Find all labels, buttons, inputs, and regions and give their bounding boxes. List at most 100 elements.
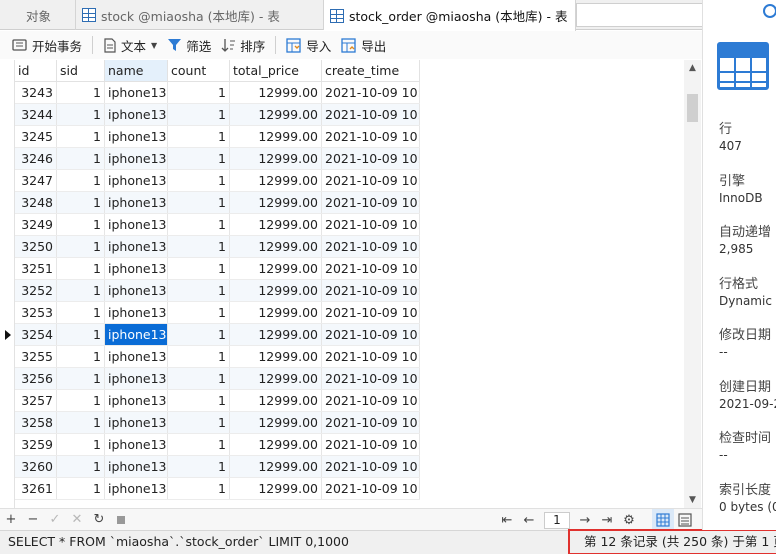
cell-total-price[interactable]: 12999.00 — [230, 82, 322, 103]
cell-count[interactable]: 1 — [168, 258, 230, 279]
cell-id[interactable]: 3260 — [15, 456, 57, 477]
cell-create-time[interactable]: 2021-10-09 10:3 — [322, 236, 420, 257]
cell-id[interactable]: 3249 — [15, 214, 57, 235]
cell-total-price[interactable]: 12999.00 — [230, 236, 322, 257]
cell-sid[interactable]: 1 — [57, 346, 105, 367]
cell-name[interactable]: iphone13 I — [105, 192, 168, 213]
cell-id[interactable]: 3251 — [15, 258, 57, 279]
cell-count[interactable]: 1 — [168, 104, 230, 125]
table-row[interactable]: 3246 1 iphone13 I 1 12999.00 2021-10-09 10:3 — [15, 148, 420, 170]
next-page-icon[interactable]: → — [574, 509, 596, 531]
table-row[interactable]: 3258 1 iphone13 I 1 12999.00 2021-10-09 10:3 — [15, 412, 420, 434]
tab-search-input[interactable] — [576, 3, 704, 27]
cell-id[interactable]: 3245 — [15, 126, 57, 147]
cell-create-time[interactable]: 2021-10-09 10:3 — [322, 434, 420, 455]
form-view-icon[interactable] — [674, 509, 696, 531]
tab-stock-table[interactable]: stock @miaosha (本地库) - 表 — [76, 0, 324, 30]
stop-icon[interactable] — [110, 509, 132, 531]
cell-create-time[interactable]: 2021-10-09 10:3 — [322, 368, 420, 389]
cell-sid[interactable]: 1 — [57, 280, 105, 301]
cell-sid[interactable]: 1 — [57, 368, 105, 389]
cell-id[interactable]: 3259 — [15, 434, 57, 455]
cell-total-price[interactable]: 12999.00 — [230, 346, 322, 367]
cell-sid[interactable]: 1 — [57, 214, 105, 235]
cell-name[interactable]: iphone13 I — [105, 126, 168, 147]
cell-create-time[interactable]: 2021-10-09 10:3 — [322, 456, 420, 477]
table-row[interactable]: 3245 1 iphone13 I 1 12999.00 2021-10-09 10:3 — [15, 126, 420, 148]
cell-sid[interactable]: 1 — [57, 192, 105, 213]
filter-button[interactable]: 筛选 — [163, 33, 215, 57]
column-header-total-price[interactable]: total_price — [230, 60, 322, 82]
cell-create-time[interactable]: 2021-10-09 10:3 — [322, 346, 420, 367]
gear-icon[interactable]: ⚙ — [618, 509, 640, 531]
cell-total-price[interactable]: 12999.00 — [230, 412, 322, 433]
cell-name[interactable]: iphone13 I — [105, 346, 168, 367]
cell-total-price[interactable]: 12999.00 — [230, 324, 322, 345]
cell-id[interactable]: 3243 — [15, 82, 57, 103]
cell-name[interactable]: iphone13 I — [105, 82, 168, 103]
cell-id[interactable]: 3261 — [15, 478, 57, 499]
cell-count[interactable]: 1 — [168, 170, 230, 191]
cell-count[interactable]: 1 — [168, 192, 230, 213]
tab-objects[interactable]: 对象 — [0, 0, 76, 30]
cell-create-time[interactable]: 2021-10-09 10:3 — [322, 324, 420, 345]
table-row[interactable]: 3249 1 iphone13 I 1 12999.00 2021-10-09 10:3 — [15, 214, 420, 236]
refresh-icon[interactable]: ↻ — [88, 509, 110, 531]
column-header-sid[interactable]: sid — [57, 60, 105, 82]
table-row[interactable]: 3255 1 iphone13 I 1 12999.00 2021-10-09 10:3 — [15, 346, 420, 368]
column-header-id[interactable]: id — [15, 60, 57, 82]
table-row[interactable]: 3252 1 iphone13 I 1 12999.00 2021-10-09 10:3 — [15, 280, 420, 302]
column-header-create-time[interactable]: create_time — [322, 60, 420, 82]
delete-record-icon[interactable]: − — [22, 509, 44, 531]
cell-id[interactable]: 3250 — [15, 236, 57, 257]
previous-page-icon[interactable]: ← — [518, 509, 540, 531]
cell-create-time[interactable]: 2021-10-09 10:3 — [322, 192, 420, 213]
column-header-count[interactable]: count — [168, 60, 230, 82]
add-record-icon[interactable]: + — [0, 509, 22, 531]
cell-id[interactable]: 3254 — [15, 324, 57, 345]
info-icon[interactable] — [763, 4, 776, 18]
cell-total-price[interactable]: 12999.00 — [230, 280, 322, 301]
cell-count[interactable]: 1 — [168, 214, 230, 235]
table-row[interactable]: 3261 1 iphone13 I 1 12999.00 2021-10-09 10:3 — [15, 478, 420, 500]
cell-name[interactable]: iphone13 I — [105, 368, 168, 389]
discard-changes-icon[interactable]: ✕ — [66, 509, 88, 531]
cell-id[interactable]: 3258 — [15, 412, 57, 433]
sort-button[interactable]: 排序 — [217, 33, 269, 57]
cell-total-price[interactable]: 12999.00 — [230, 104, 322, 125]
cell-total-price[interactable]: 12999.00 — [230, 302, 322, 323]
cell-id[interactable]: 3246 — [15, 148, 57, 169]
table-row[interactable]: 3257 1 iphone13 I 1 12999.00 2021-10-09 10:3 — [15, 390, 420, 412]
import-button[interactable]: 导入 — [282, 33, 335, 57]
cell-name[interactable]: iphone13 I — [105, 324, 168, 345]
cell-sid[interactable]: 1 — [57, 148, 105, 169]
cell-id[interactable]: 3244 — [15, 104, 57, 125]
cell-count[interactable]: 1 — [168, 324, 230, 345]
cell-count[interactable]: 1 — [168, 412, 230, 433]
cell-count[interactable]: 1 — [168, 280, 230, 301]
cell-create-time[interactable]: 2021-10-09 10:3 — [322, 82, 420, 103]
cell-sid[interactable]: 1 — [57, 456, 105, 477]
cell-total-price[interactable]: 12999.00 — [230, 434, 322, 455]
cell-id[interactable]: 3257 — [15, 390, 57, 411]
cell-count[interactable]: 1 — [168, 478, 230, 499]
cell-total-price[interactable]: 12999.00 — [230, 258, 322, 279]
table-row[interactable]: 3259 1 iphone13 I 1 12999.00 2021-10-09 10:3 — [15, 434, 420, 456]
cell-sid[interactable]: 1 — [57, 478, 105, 499]
cell-sid[interactable]: 1 — [57, 104, 105, 125]
cell-name[interactable]: iphone13 I — [105, 390, 168, 411]
cell-total-price[interactable]: 12999.00 — [230, 148, 322, 169]
table-row[interactable]: 3256 1 iphone13 I 1 12999.00 2021-10-09 10:3 — [15, 368, 420, 390]
cell-count[interactable]: 1 — [168, 302, 230, 323]
page-number-input[interactable]: 1 — [544, 511, 570, 529]
table-row[interactable]: 3243 1 iphone13 I 1 12999.00 2021-10-09 10:3 — [15, 82, 420, 104]
cell-name[interactable]: iphone13 I — [105, 258, 168, 279]
first-page-icon[interactable]: ⇤ — [496, 509, 518, 531]
cell-name[interactable]: iphone13 I — [105, 478, 168, 499]
cell-create-time[interactable]: 2021-10-09 10:3 — [322, 390, 420, 411]
cell-count[interactable]: 1 — [168, 236, 230, 257]
cell-total-price[interactable]: 12999.00 — [230, 368, 322, 389]
export-button[interactable]: 导出 — [337, 33, 390, 57]
cell-sid[interactable]: 1 — [57, 412, 105, 433]
cell-sid[interactable]: 1 — [57, 82, 105, 103]
